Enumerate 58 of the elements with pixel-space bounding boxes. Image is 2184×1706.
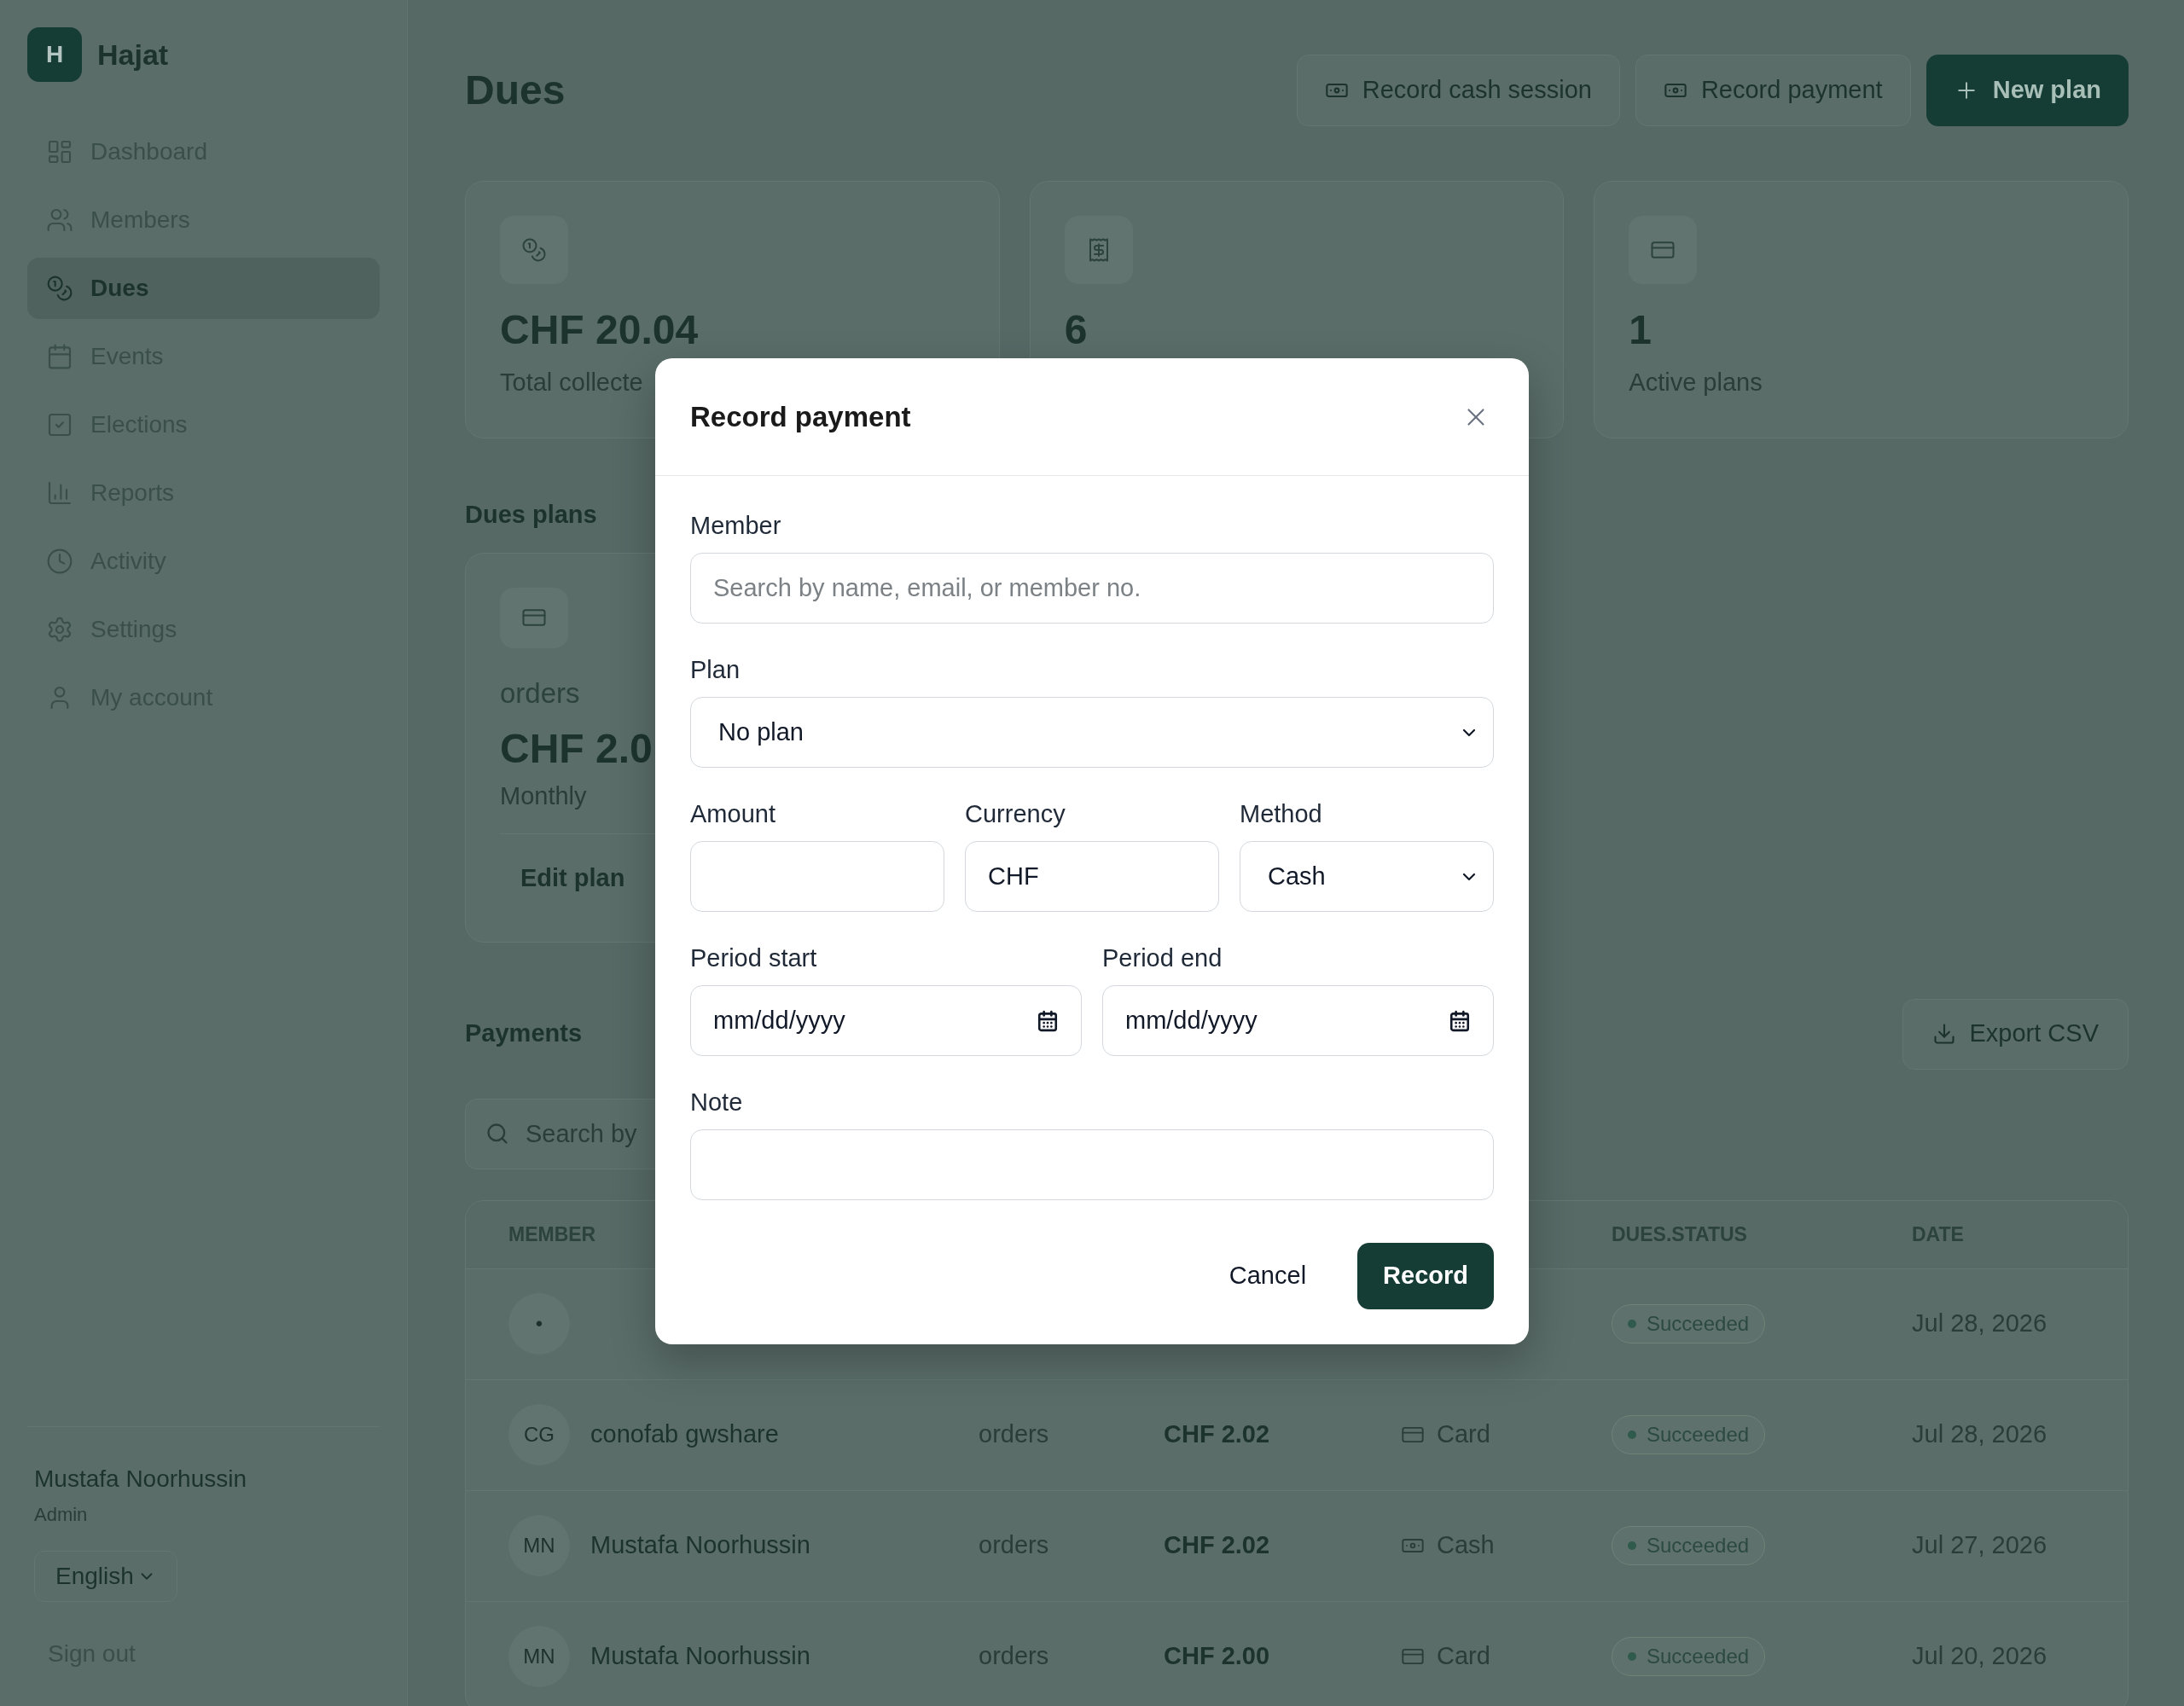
edit-plan-button[interactable]: Edit plan (500, 850, 646, 908)
search-icon (485, 1121, 509, 1146)
date-field[interactable]: mm/dd/yyyy (1102, 985, 1494, 1056)
bar-chart-icon (46, 479, 73, 507)
avatar: MN (508, 1515, 570, 1576)
users-icon (46, 206, 73, 234)
field-label: Note (690, 1088, 744, 1117)
avatar: CG (508, 1404, 570, 1465)
section-title: Dues plans (465, 500, 597, 530)
stat-value: 6 (1064, 310, 1089, 351)
download-icon (1931, 1022, 1956, 1046)
settings-icon (46, 616, 73, 643)
checkbox-icon (46, 411, 73, 438)
select-field[interactable]: No plan (690, 697, 1494, 768)
stat-value: CHF 20.04 (500, 310, 700, 351)
calendar-icon (1037, 1009, 1059, 1032)
date-field[interactable]: mm/dd/yyyy (690, 985, 1082, 1056)
field-label: Amount (690, 799, 776, 829)
field-label: Plan (690, 655, 741, 685)
new-plan-button[interactable]: New plan (1926, 55, 2129, 126)
input-field[interactable] (690, 841, 944, 912)
input-field[interactable] (690, 1129, 1494, 1200)
user-name: Mustafa Noorhussin (34, 1465, 247, 1494)
dialog-title: Record payment (690, 399, 911, 434)
dashboard-icon (46, 138, 73, 165)
field-label: Currency (965, 799, 1066, 829)
member-name: Mustafa Noorhussin (590, 1641, 810, 1672)
avatar: MN (508, 1626, 570, 1687)
input-field[interactable]: CHF (965, 841, 1219, 912)
field-label: Member (690, 511, 782, 541)
member-name: Mustafa Noorhussin (590, 1530, 810, 1561)
amount-cell: CHF 2.00 (1164, 1642, 1270, 1670)
language-select[interactable]: English (34, 1551, 177, 1602)
action-button[interactable]: Record payment (1635, 55, 1911, 126)
coins-icon (46, 275, 73, 302)
cancel-button[interactable]: Cancel (1203, 1243, 1333, 1309)
export-csv-button[interactable]: Export CSV (1902, 998, 2129, 1070)
page-title: Dues (465, 67, 566, 114)
plan-amount: CHF 2.0 (500, 724, 653, 773)
coins-icon (521, 237, 547, 263)
select-field[interactable]: Cash (1240, 841, 1494, 912)
field-label: Period start (690, 943, 818, 973)
calendar-icon (46, 343, 73, 370)
calendar-icon (1449, 1009, 1471, 1032)
clock-icon (46, 548, 73, 575)
action-button[interactable]: Record cash session (1296, 55, 1620, 126)
input-field[interactable]: Search by name, email, or member no. (690, 553, 1494, 624)
field-label: Period end (1102, 943, 1223, 973)
logo-badge: H (27, 27, 82, 82)
section-title: Payments (465, 1018, 582, 1049)
amount-cell: CHF 2.02 (1164, 1531, 1270, 1559)
amount-cell: CHF 2.02 (1164, 1420, 1270, 1448)
stat-value: 1 (1629, 310, 1653, 351)
member-name: conofab gwshare (590, 1419, 779, 1450)
field-label: Method (1240, 799, 1323, 829)
record-button[interactable]: Record (1357, 1243, 1494, 1309)
app-name: Hajat (97, 37, 169, 73)
avatar: • (508, 1293, 570, 1355)
